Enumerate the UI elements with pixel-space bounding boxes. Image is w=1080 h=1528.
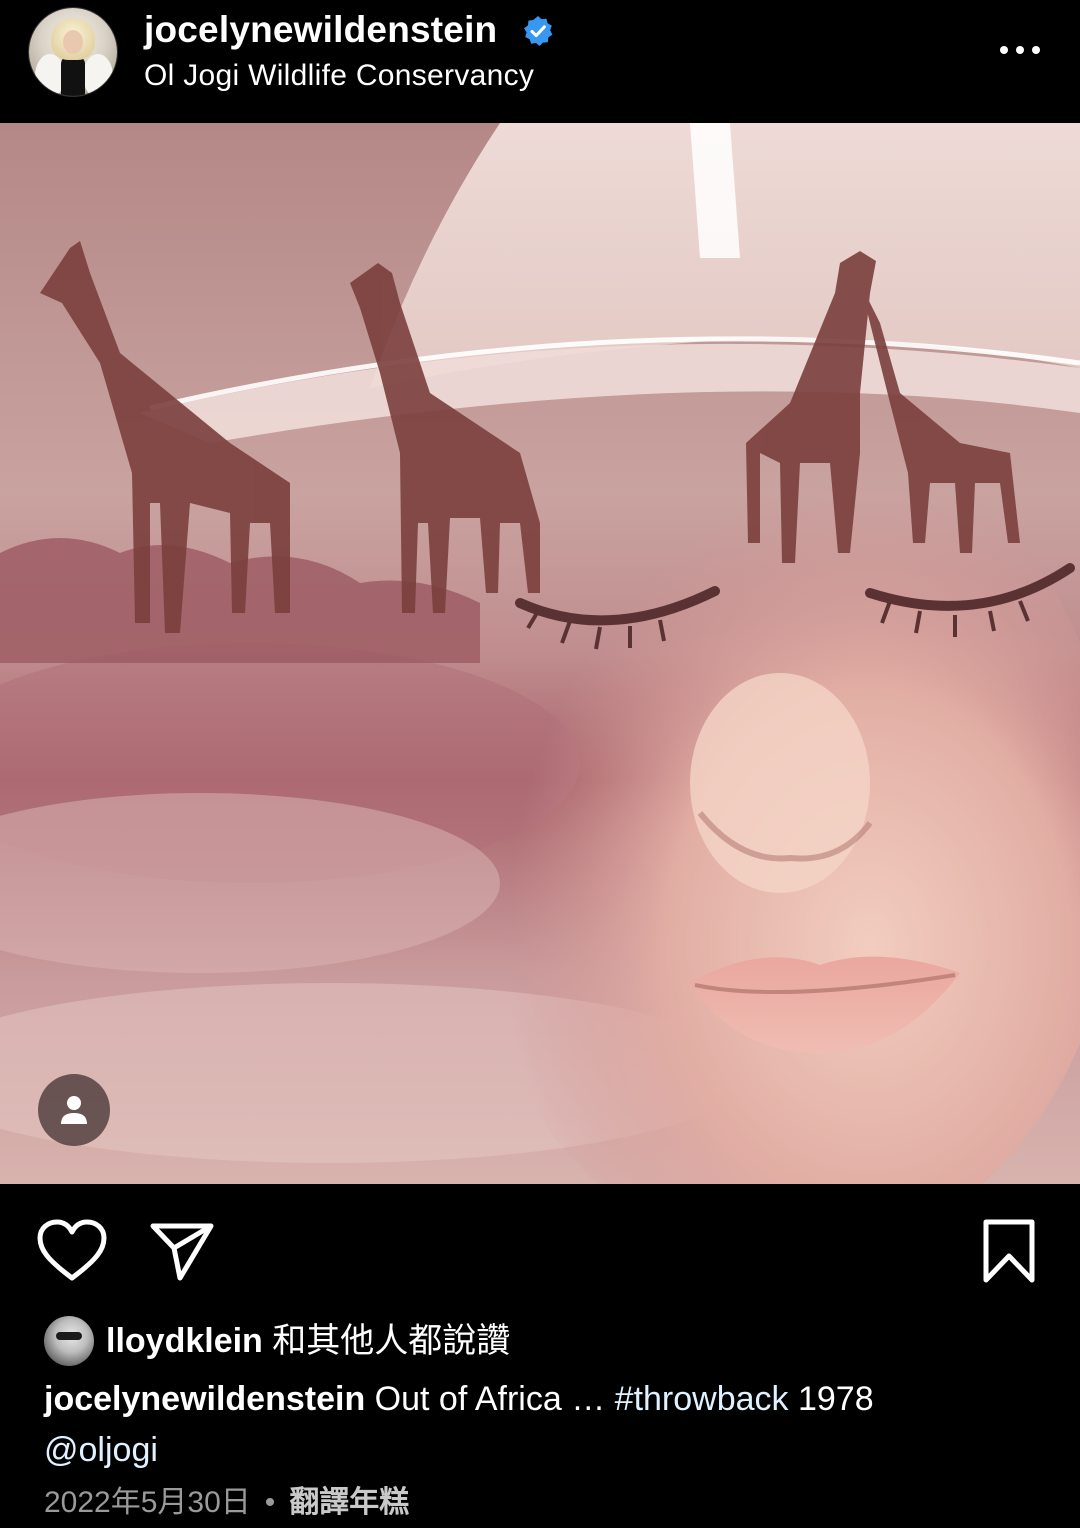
more-options-icon-dot xyxy=(1016,46,1024,54)
post-date: 2022年5月30日 xyxy=(44,1486,251,1519)
post-username[interactable]: jocelynewildenstein xyxy=(144,8,497,52)
tagged-people-button[interactable] xyxy=(38,1074,110,1146)
tagged-people-icon xyxy=(61,1096,87,1124)
avatar-fur-right xyxy=(83,54,113,96)
post-caption: jocelynewildenstein Out of Africa … #thr… xyxy=(44,1374,1044,1476)
action-bar xyxy=(0,1184,1080,1314)
caption-username[interactable]: jocelynewildenstein xyxy=(44,1380,365,1418)
likes-summary[interactable]: lloydklein 和其他人都說讚 xyxy=(44,1316,1044,1368)
meta-separator: • xyxy=(264,1486,276,1519)
more-options-icon-dot xyxy=(1032,46,1040,54)
caption-mention[interactable]: @oljogi xyxy=(44,1431,158,1469)
post-image-artwork xyxy=(0,123,1080,1184)
caption-text: Out of Africa … xyxy=(374,1380,606,1418)
post-image[interactable] xyxy=(0,123,1080,1184)
post-location[interactable]: Ol Jogi Wildlife Conservancy xyxy=(144,56,534,96)
verified-badge-icon xyxy=(524,16,553,46)
likes-text: lloydklein 和其他人都說讚 xyxy=(106,1318,510,1364)
translate-link[interactable]: 翻譯年糕 xyxy=(289,1486,409,1519)
bookmark-icon[interactable] xyxy=(978,1218,1040,1284)
profile-avatar[interactable] xyxy=(29,8,117,96)
caption-year: 1978 xyxy=(797,1380,874,1418)
heart-icon[interactable] xyxy=(36,1218,108,1284)
liker-username[interactable]: lloydklein xyxy=(106,1322,263,1360)
more-options-button[interactable] xyxy=(992,30,1048,70)
likes-suffix: 和其他人都說讚 xyxy=(272,1322,511,1360)
liker-avatar[interactable] xyxy=(44,1316,94,1366)
avatar-face xyxy=(63,30,83,54)
caption-hashtag[interactable]: #throwback xyxy=(615,1380,789,1418)
post-meta: 2022年5月30日 • 翻譯年糕 xyxy=(44,1482,409,1524)
more-options-icon xyxy=(1000,46,1008,54)
avatar-dress xyxy=(61,56,85,96)
send-icon[interactable] xyxy=(148,1218,216,1284)
post-header: jocelynewildenstein Ol Jogi Wildlife Con… xyxy=(0,0,1080,123)
